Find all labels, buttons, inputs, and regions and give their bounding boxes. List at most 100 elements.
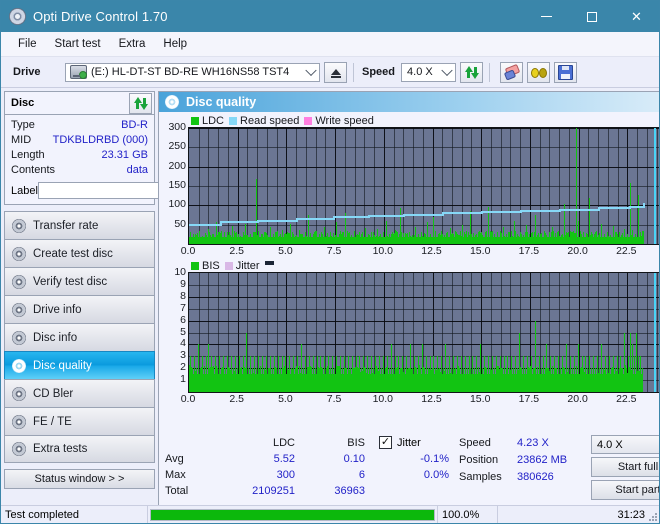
minimize-button[interactable] xyxy=(524,1,569,32)
jitter-toggle[interactable]: ✓ Jitter xyxy=(379,436,421,449)
disc-icon xyxy=(12,331,26,345)
ldc-x-axis-labels: 0.02.55.07.510.012.515.017.520.022.525.0… xyxy=(188,245,660,259)
sidebar-item-label: FE / TE xyxy=(33,416,72,428)
close-icon: ✕ xyxy=(631,10,642,23)
stats-avg-bis: 0.10 xyxy=(295,451,365,467)
sidebar-item-fe-te[interactable]: FE / TE xyxy=(4,407,155,435)
readout-samples: Samples 380626 xyxy=(459,469,589,485)
menu-extra[interactable]: Extra xyxy=(110,35,155,53)
glasses-button[interactable] xyxy=(527,62,550,83)
toolbar-divider-2 xyxy=(489,63,490,82)
test-speed-select[interactable]: 4.0 X xyxy=(591,435,660,454)
drive-select[interactable]: (E:) HL-DT-ST BD-RE WH16NS58 TST4 xyxy=(65,63,320,82)
ldc-chart-legend: LDC Read speed Write speed xyxy=(163,114,660,127)
window-controls: ✕ xyxy=(524,1,659,32)
stats-col-ldc: LDC xyxy=(220,435,295,451)
legend-item-write-speed: Write speed xyxy=(304,115,374,127)
disc-label-row: Label xyxy=(11,181,148,200)
ldc-y-axis-labels: 50 100 150 200 250 300 xyxy=(163,127,188,243)
x-tick-label: 17.5 xyxy=(519,393,539,405)
disc-refresh-button[interactable] xyxy=(129,93,152,114)
charts-area: LDC Read speed Write speed 50 100 150 20… xyxy=(159,112,660,433)
bis-y-axis-labels: 1 2 3 4 5 6 7 8 9 10 xyxy=(163,272,188,391)
speed-select[interactable]: 4.0 X xyxy=(401,63,456,82)
sidebar-item-create-test-disc[interactable]: Create test disc xyxy=(4,239,155,267)
y-tick-label: 200 xyxy=(168,160,186,172)
y-tick-label: 2 xyxy=(180,361,186,373)
start-full-button[interactable]: Start full xyxy=(591,457,660,477)
bis-x-axis-labels: 0.02.55.07.510.012.515.017.520.022.525.0… xyxy=(188,393,660,407)
x-tick-label: 0.0 xyxy=(181,393,196,405)
disc-icon xyxy=(12,359,26,373)
legend-label: Read speed xyxy=(240,115,299,127)
menu-start-test[interactable]: Start test xyxy=(46,35,110,53)
readout-speed: Speed 4.23 X xyxy=(459,435,589,451)
disc-icon xyxy=(12,415,26,429)
main-panel: Disc quality LDC Read speed Write speed … xyxy=(158,88,660,506)
x-tick-label: 22.5 xyxy=(616,393,636,405)
y-tick-label: 5 xyxy=(180,326,186,338)
disc-contents-value: data xyxy=(127,163,148,178)
stats-max-jitter: 0.0% xyxy=(365,467,449,483)
stats-max-ldc: 300 xyxy=(220,467,295,483)
legend-item-ldc: LDC xyxy=(191,115,224,127)
save-icon xyxy=(558,65,573,80)
maximize-button[interactable] xyxy=(569,1,614,32)
x-tick-label: 10.0 xyxy=(373,245,393,257)
x-tick-label: 12.5 xyxy=(421,393,441,405)
refresh-icon xyxy=(134,97,148,110)
chevron-down-icon xyxy=(305,65,316,76)
sidebar-item-cd-bler[interactable]: CD Bler xyxy=(4,379,155,407)
y-tick-label: 150 xyxy=(168,179,186,191)
save-button[interactable] xyxy=(554,62,577,83)
toolbar-divider-1 xyxy=(353,63,354,82)
disc-icon xyxy=(12,303,26,317)
close-button[interactable]: ✕ xyxy=(614,1,659,32)
disc-row-type: Type BD-R xyxy=(11,118,148,133)
sidebar-item-transfer-rate[interactable]: Transfer rate xyxy=(4,211,155,239)
refresh-button[interactable] xyxy=(460,62,483,83)
sidebar-item-disc-info[interactable]: Disc info xyxy=(4,323,155,351)
disc-row-length: Length 23.31 GB xyxy=(11,148,148,163)
main-body: Disc Type BD-R MID TDKBLDRBD (000) Lengt… xyxy=(1,88,659,506)
start-part-button[interactable]: Start part xyxy=(591,480,660,500)
menu-help[interactable]: Help xyxy=(154,35,196,53)
window-title: Opti Drive Control 1.70 xyxy=(33,9,168,24)
stats-total-bis: 36963 xyxy=(295,483,365,499)
eject-icon xyxy=(331,69,341,75)
stats-table: LDC BIS ✓ Jitter Avg 5.52 0.10 -0.1% Max… xyxy=(165,435,455,505)
legend-label: Write speed xyxy=(315,115,374,127)
jitter-checkbox[interactable]: ✓ xyxy=(379,436,392,449)
disc-icon xyxy=(12,247,26,261)
stats-col-bis: BIS xyxy=(295,435,365,451)
bis-chart-legend: BIS Jitter xyxy=(163,259,660,272)
title-bar: Opti Drive Control 1.70 ✕ xyxy=(1,1,659,32)
disc-label-caption: Label xyxy=(11,185,38,197)
x-tick-label: 7.5 xyxy=(327,393,342,405)
erase-button[interactable] xyxy=(500,62,523,83)
bis-plot-wrap: 12345678910 2%4%6%8%10% xyxy=(163,272,660,393)
stats-row-max: Max 300 6 0.0% xyxy=(165,467,455,483)
x-tick-label: 2.5 xyxy=(229,393,244,405)
x-tick-label: 12.5 xyxy=(421,245,441,257)
disc-icon xyxy=(12,442,26,456)
legend-label: BIS xyxy=(202,260,220,272)
sidebar-item-drive-info[interactable]: Drive info xyxy=(4,295,155,323)
disc-type-label: Type xyxy=(11,118,35,133)
sidebar-item-disc-quality[interactable]: Disc quality xyxy=(4,351,155,379)
status-window-button[interactable]: Status window > > xyxy=(4,469,155,489)
eject-button[interactable] xyxy=(324,62,347,83)
speed-readout-label: Speed xyxy=(459,435,517,451)
speed-readout-value: 4.23 X xyxy=(517,435,549,451)
sidebar-item-verify-test-disc[interactable]: Verify test disc xyxy=(4,267,155,295)
app-disc-icon xyxy=(9,8,26,25)
legend-swatch-icon xyxy=(191,262,199,270)
sidebar: Disc Type BD-R MID TDKBLDRBD (000) Lengt… xyxy=(1,88,158,506)
sidebar-item-extra-tests[interactable]: Extra tests xyxy=(4,435,155,463)
menu-file[interactable]: File xyxy=(9,35,46,53)
sidebar-item-label: Transfer rate xyxy=(33,220,98,232)
speed-label: Speed xyxy=(362,66,395,78)
sidebar-item-label: Disc quality xyxy=(33,360,92,372)
disc-type-value: BD-R xyxy=(121,118,148,133)
resize-grip[interactable] xyxy=(647,511,657,521)
